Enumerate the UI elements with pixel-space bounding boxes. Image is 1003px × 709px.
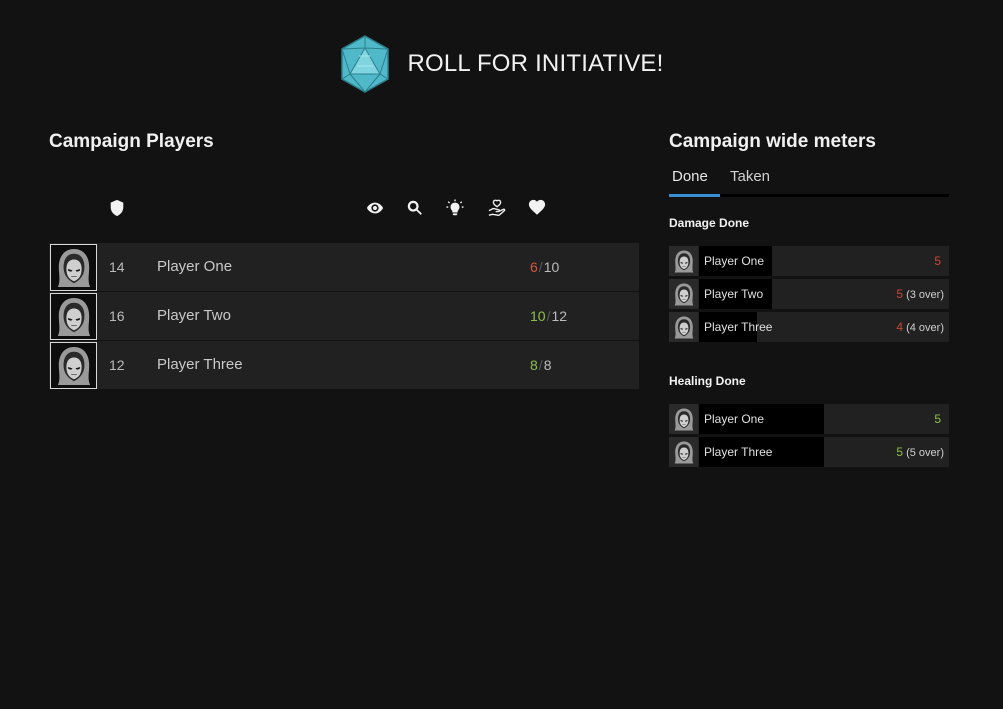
meter-value: 4 (4 over): [896, 312, 944, 343]
hp-max: 8: [543, 357, 552, 373]
eye-icon: [365, 198, 385, 218]
player-name: Player Two: [157, 307, 231, 324]
heart-icon: [527, 198, 547, 218]
avatar: [669, 279, 698, 309]
overkill-amount: (4 over): [906, 322, 944, 334]
damage-meter-list: Player One 5 Player Two 5 (3 over) Player…: [669, 246, 949, 342]
damage-amount: 5: [896, 287, 904, 301]
hooded-figure-icon: [55, 296, 93, 338]
hit-points: 10/12: [530, 292, 567, 340]
tab-done[interactable]: Done: [669, 165, 720, 197]
damage-amount: 5: [934, 254, 941, 268]
meter-value: 5: [934, 246, 944, 277]
app-header: ROLL FOR INITIATIVE!: [0, 34, 1003, 94]
avatar: [669, 246, 698, 276]
healing-done-title: Healing Done: [669, 374, 746, 388]
hp-separator: /: [538, 259, 543, 275]
campaign-meters-panel: Campaign wide meters Done Taken Damage D…: [669, 128, 949, 470]
meter-player-name: Player Three: [704, 320, 773, 334]
table-row[interactable]: 14 Player One 6/10: [49, 243, 639, 292]
players-table: 14 Player One 6/10 16 Player Two 10/12 1…: [49, 243, 639, 390]
avatar: [669, 312, 698, 342]
meter-player-name: Player One: [704, 412, 765, 426]
hooded-figure-icon: [673, 248, 695, 275]
campaign-meters-title: Campaign wide meters: [669, 131, 876, 152]
healing-amount: 5: [896, 445, 904, 459]
column-header-icons: [49, 156, 639, 217]
table-row[interactable]: 16 Player Two 10/12: [49, 292, 639, 341]
hp-current: 6: [530, 259, 538, 275]
hooded-figure-icon: [55, 345, 93, 387]
initiative-value: 14: [109, 259, 125, 275]
search-icon: [405, 198, 425, 218]
player-name: Player Three: [157, 356, 243, 373]
hooded-figure-icon: [673, 439, 695, 466]
initiative-value: 16: [109, 308, 125, 324]
meter-player-name: Player Three: [704, 445, 773, 459]
meter-row: Player Two 5 (3 over): [669, 279, 949, 309]
avatar: [50, 244, 97, 291]
hp-max: 12: [551, 308, 568, 324]
overkill-amount: (3 over): [906, 289, 944, 301]
healing-amount: 5: [934, 412, 941, 426]
meter-tabs: Done Taken: [669, 165, 949, 197]
meter-player-name: Player One: [704, 254, 765, 268]
meter-player-name: Player Two: [704, 287, 764, 301]
hit-points: 8/8: [530, 341, 551, 389]
campaign-players-title: Campaign Players: [49, 131, 214, 152]
shield-icon: [107, 198, 127, 218]
hp-current: 8: [530, 357, 538, 373]
damage-done-title: Damage Done: [669, 216, 750, 230]
campaign-players-panel: Campaign Players 14 Player One 6/10 16 P…: [49, 128, 639, 390]
player-name: Player One: [157, 258, 233, 275]
hp-max: 10: [543, 259, 560, 275]
overheal-amount: (5 over): [906, 447, 944, 459]
meter-row: Player One 5: [669, 246, 949, 276]
meter-row: Player One 5: [669, 404, 949, 434]
hooded-figure-icon: [673, 314, 695, 341]
d20-dice-icon: [341, 35, 390, 93]
hooded-figure-icon: [673, 281, 695, 308]
lightbulb-icon: [445, 198, 465, 218]
avatar: [669, 437, 698, 467]
hand-heart-icon: [487, 198, 507, 218]
healing-meter-list: Player One 5 Player Three 5 (5 over): [669, 404, 949, 467]
damage-amount: 4: [896, 320, 904, 334]
hp-current: 10: [530, 308, 546, 324]
table-row[interactable]: 12 Player Three 8/8: [49, 341, 639, 390]
hp-separator: /: [538, 357, 543, 373]
avatar: [50, 293, 97, 340]
meter-value: 5 (3 over): [896, 279, 944, 310]
meter-row: Player Three 5 (5 over): [669, 437, 949, 467]
hit-points: 6/10: [530, 243, 559, 291]
hooded-figure-icon: [673, 406, 695, 433]
meter-value: 5: [934, 404, 944, 435]
meter-value: 5 (5 over): [896, 437, 944, 468]
hp-separator: /: [546, 308, 551, 324]
hooded-figure-icon: [55, 247, 93, 289]
avatar: [669, 404, 698, 434]
initiative-value: 12: [109, 357, 125, 373]
meter-row: Player Three 4 (4 over): [669, 312, 949, 342]
tab-taken[interactable]: Taken: [730, 165, 770, 197]
avatar: [50, 342, 97, 389]
app-title: ROLL FOR INITIATIVE!: [407, 50, 664, 77]
